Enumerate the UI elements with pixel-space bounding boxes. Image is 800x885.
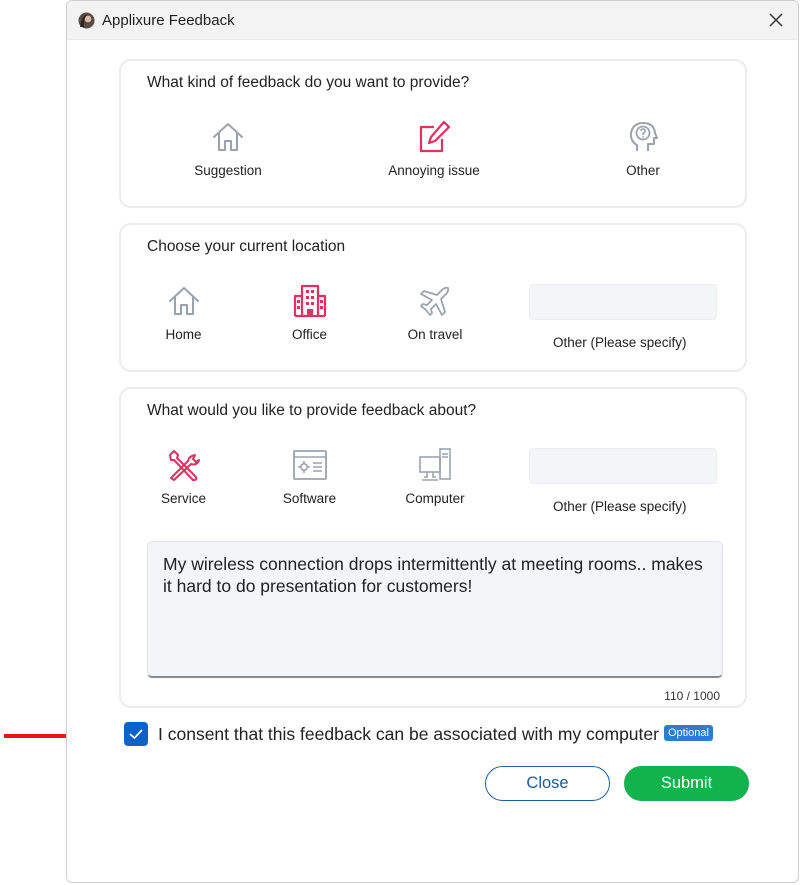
- title-bar: Applixure Feedback: [67, 1, 798, 40]
- edit-note-icon: [419, 120, 451, 153]
- house-icon: [168, 287, 199, 315]
- option-label: On travel: [407, 327, 463, 342]
- software-window-icon: [292, 450, 327, 480]
- option-suggestion[interactable]: Suggestion: [183, 119, 273, 178]
- office-building-icon: [293, 284, 326, 318]
- checkmark-icon: [129, 729, 143, 739]
- option-label: Service: [160, 491, 206, 506]
- app-logo-icon: [78, 12, 95, 29]
- consent-label: I consent that this feedback can be asso…: [158, 724, 659, 744]
- window-close-icon[interactable]: [764, 8, 788, 32]
- consent-checkbox[interactable]: [124, 722, 148, 746]
- feedback-kind-card: What kind of feedback do you want to pro…: [119, 59, 747, 208]
- option-office[interactable]: Office: [267, 283, 352, 342]
- topic-other-input[interactable]: [529, 448, 717, 484]
- optional-badge: Optional: [664, 725, 713, 741]
- option-label: Software: [282, 491, 337, 506]
- option-service[interactable]: Service: [141, 447, 226, 506]
- option-label: Suggestion: [194, 163, 262, 178]
- topic-question: What would you like to provide feedback …: [147, 402, 477, 419]
- option-label: Annoying issue: [388, 163, 480, 178]
- location-card: Choose your current location Home Office: [119, 223, 747, 372]
- location-other-input[interactable]: [529, 284, 717, 320]
- window-title: Applixure Feedback: [102, 12, 235, 29]
- feedback-kind-question: What kind of feedback do you want to pro…: [147, 74, 470, 91]
- option-label: Office: [291, 327, 327, 342]
- feedback-textarea[interactable]: My wireless connection drops intermitten…: [147, 541, 723, 678]
- location-question: Choose your current location: [147, 238, 346, 255]
- airplane-icon: [420, 286, 450, 316]
- feedback-window: Applixure Feedback What kind of feedback…: [66, 0, 799, 883]
- option-software[interactable]: Software: [267, 447, 352, 506]
- head-question-icon: [629, 122, 658, 151]
- option-annoying-issue[interactable]: Annoying issue: [379, 119, 489, 178]
- topic-other-label: Other (Please specify): [553, 499, 687, 514]
- option-computer[interactable]: Computer: [391, 447, 479, 506]
- character-counter: 110 / 1000: [664, 689, 720, 703]
- option-label: Other: [626, 163, 660, 178]
- house-icon: [213, 123, 243, 151]
- submit-button[interactable]: Submit: [624, 766, 749, 801]
- option-home[interactable]: Home: [141, 283, 226, 342]
- location-other-label: Other (Please specify): [553, 335, 687, 350]
- option-label: Home: [165, 327, 202, 342]
- computer-icon: [419, 448, 451, 481]
- topic-card: What would you like to provide feedback …: [119, 387, 747, 708]
- close-button[interactable]: Close: [485, 766, 610, 801]
- option-other[interactable]: Other: [598, 119, 688, 178]
- option-label: Computer: [405, 491, 465, 506]
- tools-icon: [168, 450, 200, 481]
- option-on-travel[interactable]: On travel: [391, 283, 479, 342]
